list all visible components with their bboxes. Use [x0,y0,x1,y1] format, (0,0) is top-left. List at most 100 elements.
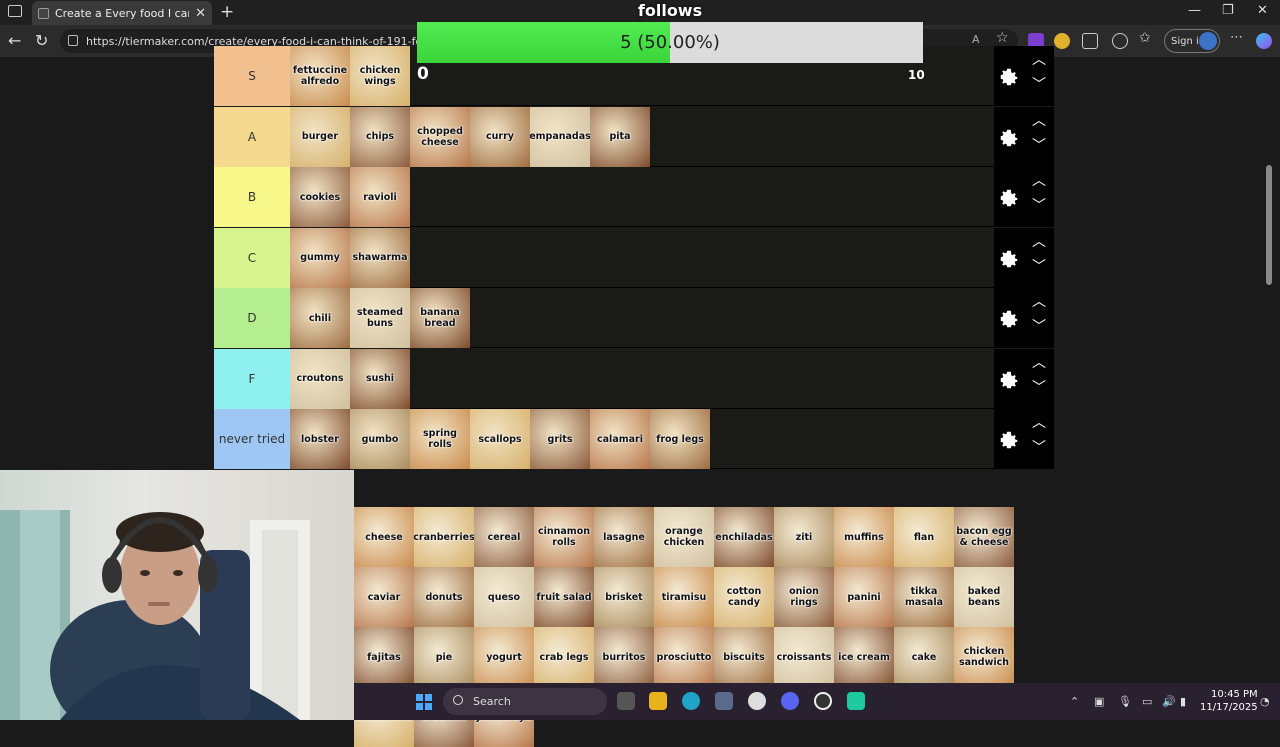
pool-food-tile[interactable]: prosciutto [654,627,714,687]
close-tab-icon[interactable]: ✕ [195,6,206,21]
move-tier-down-icon[interactable]: ﹀ [1032,135,1046,155]
browser-tab[interactable]: Create a Every food I can think of ✕ [32,1,212,25]
pool-food-tile[interactable]: tikka masala [894,567,954,627]
more-options-icon[interactable]: ⋯ [1230,30,1246,46]
food-tile[interactable]: chicken wings [350,46,410,106]
pool-food-tile[interactable]: orange chicken [654,507,714,567]
copilot-icon[interactable] [1256,33,1272,49]
gear-icon[interactable] [998,187,1020,209]
pool-food-tile[interactable]: cheese [354,507,414,567]
move-tier-down-icon[interactable]: ﹀ [1032,316,1046,336]
gear-icon[interactable] [998,66,1020,88]
extensions-icon[interactable] [1082,33,1098,49]
pool-food-tile[interactable]: cake [894,627,954,687]
task-view-icon[interactable] [617,692,635,710]
tier-label[interactable]: S [214,46,290,106]
gear-icon[interactable] [998,127,1020,149]
food-tile[interactable]: ravioli [350,167,410,227]
tier-label[interactable]: A [214,106,290,167]
gear-icon[interactable] [998,248,1020,270]
new-tab-button[interactable]: + [220,2,234,22]
pool-food-tile[interactable]: onion rings [774,567,834,627]
gear-icon[interactable] [998,429,1020,451]
move-tier-down-icon[interactable]: ﹀ [1032,74,1046,94]
volume-icon[interactable]: 🔊 [1162,695,1176,708]
pool-food-tile[interactable]: bacon egg & cheese [954,507,1014,567]
food-tile[interactable]: fettuccine alfredo [290,46,350,106]
move-tier-down-icon[interactable]: ﹀ [1032,377,1046,397]
pool-food-tile[interactable]: cinnamon rolls [534,507,594,567]
battery-icon[interactable]: ▮ [1180,695,1186,708]
food-tile[interactable]: banana bread [410,288,470,348]
pool-food-tile[interactable]: panini [834,567,894,627]
food-tile[interactable]: shawarma [350,227,410,288]
browser-essentials-icon[interactable] [1112,33,1128,49]
tier-label[interactable]: F [214,348,290,409]
food-tile[interactable]: chili [290,288,350,348]
pool-food-tile[interactable]: donuts [414,567,474,627]
move-tier-down-icon[interactable]: ﹀ [1032,437,1046,457]
close-window-icon[interactable]: ✕ [1257,3,1268,18]
pool-food-tile[interactable]: brisket [594,567,654,627]
pool-food-tile[interactable]: ziti [774,507,834,567]
food-tile[interactable]: sushi [350,348,410,409]
pool-food-tile[interactable]: queso [474,567,534,627]
food-tile[interactable]: steamed buns [350,288,410,348]
move-tier-up-icon[interactable]: ︿ [1032,291,1046,311]
move-tier-up-icon[interactable]: ︿ [1032,352,1046,372]
pool-food-tile[interactable]: baked beans [954,567,1014,627]
pool-food-tile[interactable]: lasagne [594,507,654,567]
food-tile[interactable]: frog legs [650,409,710,469]
food-tile[interactable]: pita [590,106,650,167]
pool-food-tile[interactable]: muffins [834,507,894,567]
tier-label[interactable]: C [214,227,290,288]
pool-food-tile[interactable]: croissants [774,627,834,687]
move-tier-up-icon[interactable]: ︿ [1032,49,1046,69]
food-tile[interactable]: calamari [590,409,650,469]
move-tier-down-icon[interactable]: ﹀ [1032,256,1046,276]
food-tile[interactable]: curry [470,106,530,167]
notifications-icon[interactable]: ◔ [1260,695,1270,708]
restore-icon[interactable]: ❐ [1222,3,1234,18]
pool-food-tile[interactable]: cranberries [414,507,474,567]
back-icon[interactable]: ← [8,31,21,50]
favorites-icon[interactable]: ✩ [1139,30,1155,46]
discord-icon[interactable] [781,692,799,710]
move-tier-down-icon[interactable]: ﹀ [1032,195,1046,215]
pool-food-tile[interactable]: biscuits [714,627,774,687]
app-green-icon[interactable] [847,692,865,710]
minimize-icon[interactable]: — [1188,3,1201,18]
pool-food-tile[interactable]: cotton candy [714,567,774,627]
pool-food-tile[interactable]: flan [894,507,954,567]
pool-food-tile[interactable]: yogurt [474,627,534,687]
edge-icon[interactable] [682,692,700,710]
food-tile[interactable]: cookies [290,167,350,227]
pool-food-tile[interactable]: caviar [354,567,414,627]
pool-food-tile[interactable]: enchiladas [714,507,774,567]
food-tile[interactable]: gummy [290,227,350,288]
steam-icon[interactable] [748,692,766,710]
move-tier-up-icon[interactable]: ︿ [1032,110,1046,130]
pool-food-tile[interactable]: pie [414,627,474,687]
move-tier-up-icon[interactable]: ︿ [1032,412,1046,432]
pool-food-tile[interactable]: cereal [474,507,534,567]
sign-in-button[interactable]: Sign in [1164,29,1220,53]
tier-label[interactable]: never tried [214,409,290,469]
sidebar-toggle-icon[interactable] [8,5,22,17]
pool-food-tile[interactable]: tiramisu [654,567,714,627]
food-tile[interactable]: spring rolls [410,409,470,469]
pool-food-tile[interactable]: chicken sandwich [954,627,1014,687]
pool-food-tile[interactable]: ice cream [834,627,894,687]
tier-label[interactable]: D [214,288,290,348]
food-tile[interactable]: empanadas [530,106,590,167]
favorite-star-icon[interactable]: ☆ [996,30,1012,46]
tray-app-icon[interactable]: ▣ [1094,695,1104,708]
gear-icon[interactable] [998,369,1020,391]
extension-cookie-icon[interactable] [1054,33,1070,49]
show-hidden-icons-icon[interactable]: ⌃ [1070,695,1079,708]
page-scrollbar[interactable] [1266,165,1272,285]
move-tier-up-icon[interactable]: ︿ [1032,231,1046,251]
food-tile[interactable]: chips [350,106,410,167]
pool-food-tile[interactable]: fajitas [354,627,414,687]
gear-icon[interactable] [998,308,1020,330]
